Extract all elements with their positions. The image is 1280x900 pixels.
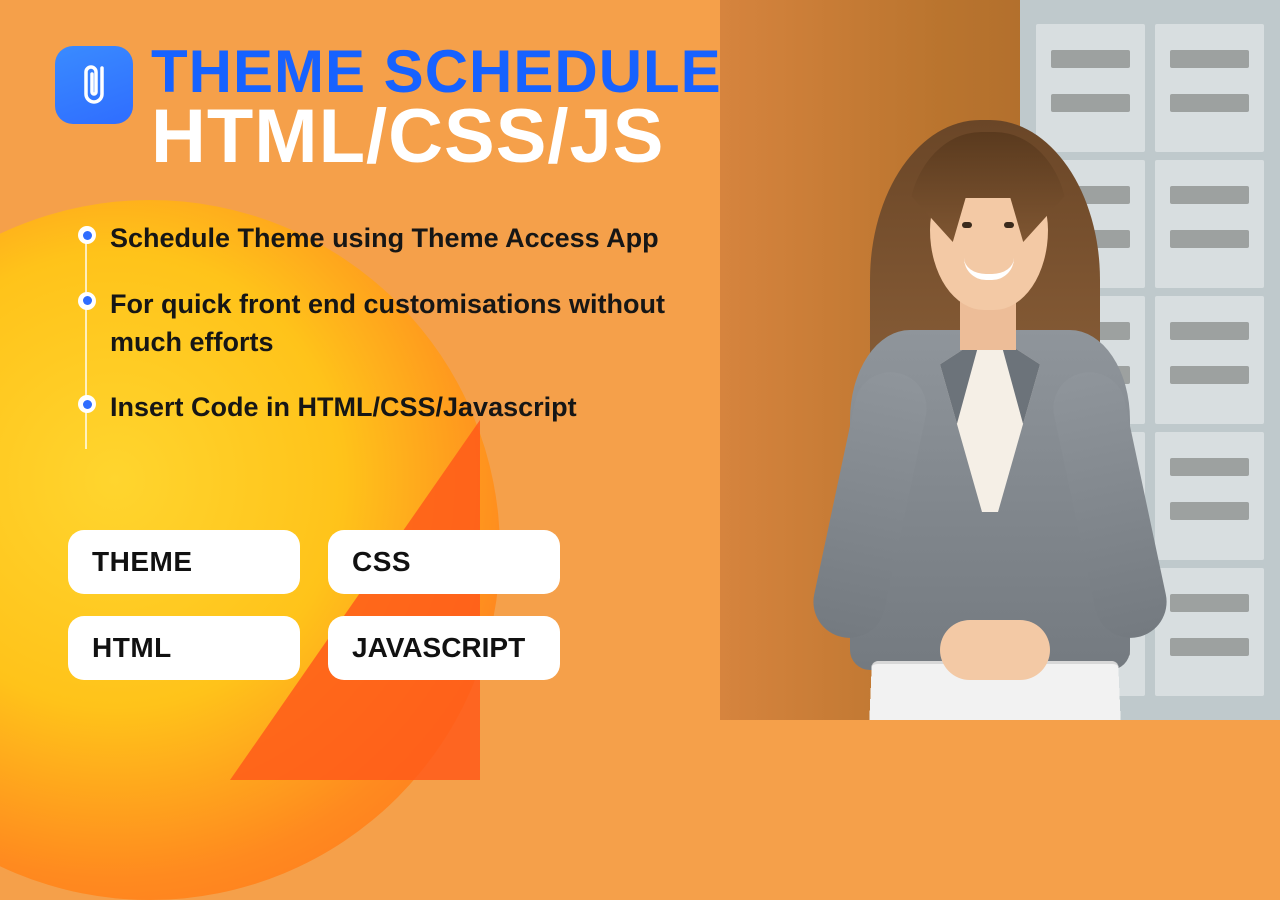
bullet-item: For quick front end customisations witho… xyxy=(110,286,678,362)
bullet-dot-icon xyxy=(78,395,96,413)
tag-html: HTML xyxy=(68,616,300,680)
bullet-item: Insert Code in HTML/CSS/Javascript xyxy=(110,389,678,427)
title-block: THEME SCHEDULE HTML/CSS/JS xyxy=(151,40,722,175)
bullet-dot-icon xyxy=(78,226,96,244)
promo-banner: THEME SCHEDULE HTML/CSS/JS Schedule Them… xyxy=(0,0,1280,720)
photo-area xyxy=(720,0,1280,720)
bullet-text: Schedule Theme using Theme Access App xyxy=(110,220,678,258)
bullet-connector-line xyxy=(85,234,87,449)
tag-grid: THEME CSS HTML JAVASCRIPT xyxy=(68,530,560,680)
bullet-text: For quick front end customisations witho… xyxy=(110,286,678,362)
tag-theme: THEME xyxy=(68,530,300,594)
app-icon xyxy=(55,46,133,124)
tag-css: CSS xyxy=(328,530,560,594)
paperclip-icon xyxy=(73,60,115,110)
header: THEME SCHEDULE HTML/CSS/JS xyxy=(55,40,722,175)
bullet-text: Insert Code in HTML/CSS/Javascript xyxy=(110,389,678,427)
bullet-item: Schedule Theme using Theme Access App xyxy=(110,220,678,258)
tag-javascript: JAVASCRIPT xyxy=(328,616,560,680)
person-illustration xyxy=(790,80,1150,720)
bullet-dot-icon xyxy=(78,292,96,310)
feature-bullets: Schedule Theme using Theme Access App Fo… xyxy=(78,220,678,455)
title-line-2: HTML/CSS/JS xyxy=(151,99,722,175)
